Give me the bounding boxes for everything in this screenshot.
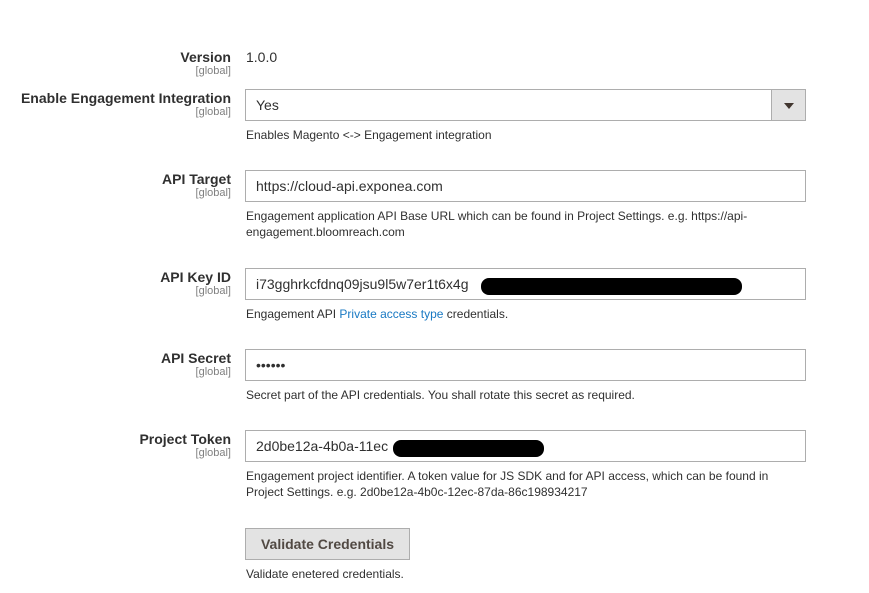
validate-credentials-button[interactable]: Validate Credentials	[245, 528, 410, 560]
enable-scope: [global]	[195, 106, 231, 118]
api-key-scope: [global]	[195, 285, 231, 297]
project-token-note: Engagement project identifier. A token v…	[246, 469, 769, 499]
api-secret-scope: [global]	[195, 366, 231, 378]
api-key-note-suffix: credentials.	[443, 307, 509, 321]
enable-note: Enables Magento <-> Engagement integrati…	[246, 128, 492, 142]
project-token-redaction	[393, 440, 544, 457]
api-key-note: Engagement API Private access type crede…	[246, 306, 806, 322]
api-target-scope: [global]	[195, 187, 231, 199]
project-token-label: Project Token	[139, 431, 231, 447]
enable-select[interactable]: Yes	[245, 89, 806, 121]
version-scope: [global]	[195, 65, 231, 77]
enable-select-value: Yes	[256, 97, 279, 113]
chevron-down-icon[interactable]	[771, 90, 805, 120]
api-target-input[interactable]: https://cloud-api.exponea.com	[245, 170, 806, 202]
api-key-redaction	[481, 278, 742, 295]
version-label: Version	[180, 49, 231, 65]
version-value: 1.0.0	[246, 49, 278, 65]
api-secret-label: API Secret	[160, 350, 231, 366]
api-target-note: Engagement application API Base URL whic…	[246, 209, 748, 239]
api-secret-note: Secret part of the API credentials. You …	[246, 388, 635, 402]
validate-note: Validate enetered credentials.	[246, 567, 404, 581]
enable-label: Enable Engagement Integration	[20, 90, 231, 106]
api-target-label: API Target	[162, 171, 231, 187]
api-secret-input[interactable]: ••••••	[245, 349, 806, 381]
private-access-type-link[interactable]: Private access type	[339, 307, 443, 321]
project-token-scope: [global]	[195, 447, 231, 459]
api-key-label: API Key ID	[160, 269, 231, 285]
api-key-note-text: Engagement API	[246, 307, 340, 321]
